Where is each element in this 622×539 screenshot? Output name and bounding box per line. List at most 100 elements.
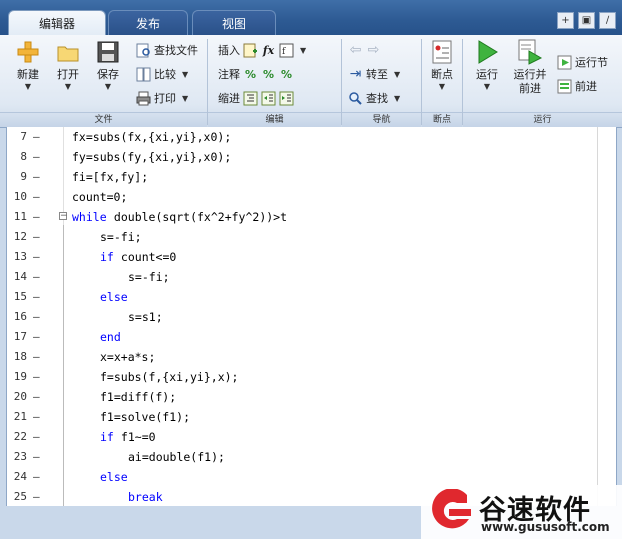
breakpoint-marker[interactable]: – [33,307,43,327]
breakpoint-marker[interactable]: – [33,467,43,487]
fold-collapse-icon[interactable]: − [59,212,68,221]
floppy-disk-icon [95,39,121,65]
tab-publish[interactable]: 发布 [108,10,188,35]
find-files-icon [136,43,151,58]
find-files-label: 查找文件 [154,44,198,57]
percent-icon[interactable]: % [243,67,258,82]
breakpoint-marker[interactable]: – [33,487,43,506]
save-icon[interactable]: ▣ [578,12,595,29]
keyword-if: if [100,250,114,264]
code-line[interactable]: 22 – if f1~=0 [7,427,616,447]
chevron-down-icon: ▼ [104,82,112,91]
code-line[interactable]: 20 – f1=diff(f); [7,387,616,407]
breakpoint-marker[interactable]: – [33,187,43,207]
goto-button[interactable]: ⇥ 转至 ▼ [348,65,401,83]
tab-editor[interactable]: 编辑器 [8,10,106,35]
tab-view[interactable]: 视图 [192,10,276,35]
run-and-advance-icon [517,39,543,65]
breakpoint-marker[interactable]: – [33,167,43,187]
advance-button[interactable]: 前进 [557,77,597,95]
help-icon[interactable]: ∕ [599,12,616,29]
code-line[interactable]: 17 – end [7,327,616,347]
code-line[interactable]: 10 – count=0; [7,187,616,207]
breakpoint-marker[interactable]: – [33,367,43,387]
code-line[interactable]: 11 – − while double(sqrt(fx^2+fy^2))>t [7,207,616,227]
code-line[interactable]: 15 – else [7,287,616,307]
comment-button[interactable]: 注释 % % % [218,65,294,83]
breakpoint-marker[interactable]: – [33,287,43,307]
smart-indent-icon[interactable] [243,91,258,106]
new-script-icon[interactable]: + [557,12,574,29]
new-button[interactable]: 新建 ▼ [8,39,48,92]
keyword-end: end [100,330,121,344]
open-button[interactable]: 打开 ▼ [48,39,88,92]
breakpoint-marker[interactable]: – [33,227,43,247]
compare-button[interactable]: 比较 ▼ [136,65,188,83]
code-line[interactable]: 21 – f1=solve(f1); [7,407,616,427]
increase-indent-icon[interactable] [261,91,276,106]
breakpoint-marker[interactable]: – [33,327,43,347]
run-button[interactable]: 运行 ▼ [467,39,507,92]
breakpoint-marker[interactable]: – [33,207,43,227]
save-button[interactable]: 保存 ▼ [88,39,128,92]
find-files-button[interactable]: 查找文件 [136,41,198,59]
wrap-comment-icon[interactable]: % [279,67,294,82]
code-line[interactable]: 14 – s=-fi; [7,267,616,287]
code-text: s=-fi; [128,270,170,284]
file-group: 新建 ▼ 打开 ▼ 保存 ▼ 查找文件 比较 ▼ 打印 ▼ 文件 [0,35,207,127]
uncomment-icon[interactable]: % [261,67,276,82]
breakpoint-marker[interactable]: – [33,387,43,407]
breakpoint-marker[interactable]: – [33,427,43,447]
ribbon: 新建 ▼ 打开 ▼ 保存 ▼ 查找文件 比较 ▼ 打印 ▼ 文件 插入 fx f… [0,35,622,128]
line-number: 23 [13,450,27,463]
code-text: f1~=0 [114,430,156,444]
code-line[interactable]: 12 – s=-fi; [7,227,616,247]
print-button[interactable]: 打印 ▼ [136,89,188,107]
code-line[interactable]: 8 – fy=subs(fy,{xi,yi},x0); [7,147,616,167]
chevron-down-icon: ▼ [24,82,32,91]
chevron-down-icon: ▼ [394,69,401,79]
fx-icon[interactable]: fx [261,43,276,58]
code-line[interactable]: 18 – x=x+a*s; [7,347,616,367]
goto-label: 转至 [366,68,388,81]
code-line[interactable]: 7 – fx=subs(fx,{xi,yi},x0); [7,127,616,147]
code-editor[interactable]: 7 – fx=subs(fx,{xi,yi},x0); 8 – fy=subs(… [6,127,617,506]
code-text: s=-fi; [100,230,142,244]
code-text: count=0; [72,190,128,204]
compare-label: 比较 [154,68,176,81]
navigate-group: ⇦ ⇨ ⇥ 转至 ▼ 查找 ▼ 导航 [342,35,421,127]
run-and-advance-button[interactable]: 运行并 前进 [509,39,551,96]
breakpoints-button[interactable]: 断点 ▼ [422,39,462,92]
find-button[interactable]: 查找 ▼ [348,89,400,107]
code-line[interactable]: 13 – if count<=0 [7,247,616,267]
code-line[interactable]: 9 – fi=[fx,fy]; [7,167,616,187]
indent-button[interactable]: 缩进 [218,89,294,107]
breakpoint-marker[interactable]: – [33,447,43,467]
code-line[interactable]: 24 – else [7,467,616,487]
breakpoint-marker[interactable]: – [33,267,43,287]
breakpoint-marker[interactable]: – [33,247,43,267]
code-line[interactable]: 16 – s=s1; [7,307,616,327]
back-forward-buttons[interactable]: ⇦ ⇨ [348,41,381,59]
back-arrow-icon[interactable]: ⇦ [348,42,363,58]
line-number: 25 [13,490,27,503]
watermark-url: www.gususoft.com [481,520,610,534]
insert-icon [243,43,258,58]
line-number: 16 [13,310,27,323]
advance-icon [557,79,572,94]
line-number: 21 [13,410,27,423]
gususoft-logo-icon [432,489,471,529]
breakpoint-marker[interactable]: – [33,147,43,167]
breakpoint-marker[interactable]: – [33,407,43,427]
compare-icon [136,67,151,82]
decrease-indent-icon[interactable] [279,91,294,106]
run-section-button[interactable]: 运行节 [557,53,608,71]
insert-button[interactable]: 插入 fx f ▼ [218,41,306,59]
breakpoint-marker[interactable]: – [33,127,43,147]
code-line[interactable]: 23 – ai=double(f1); [7,447,616,467]
function-browser-icon[interactable]: f [279,43,294,58]
breakpoint-marker[interactable]: – [33,347,43,367]
forward-arrow-icon[interactable]: ⇨ [366,42,381,58]
code-line[interactable]: 19 – f=subs(f,{xi,yi},x); [7,367,616,387]
save-label: 保存 [97,68,119,81]
